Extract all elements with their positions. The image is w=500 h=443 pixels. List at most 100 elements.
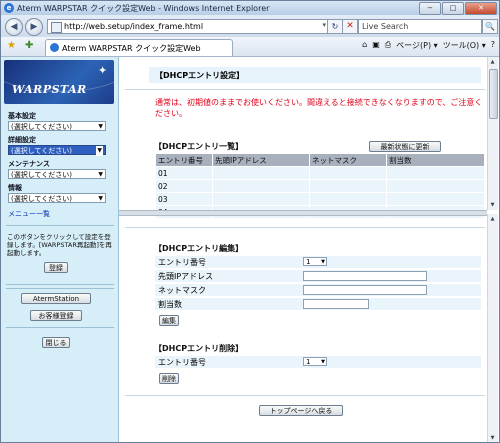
table-cell: 03 (155, 192, 213, 206)
logo-text: WARPSTAR (12, 83, 87, 96)
back-to-top-button[interactable]: トップページへ戻る (259, 405, 343, 416)
scroll-down-icon[interactable]: ▼ (489, 201, 496, 209)
refresh-status-button[interactable]: 最新状態に更新 (369, 141, 441, 152)
count-input[interactable] (303, 299, 369, 309)
window-controls: − □ ✕ (419, 2, 497, 15)
page-content: ✦ WARPSTAR 基本設定 (選択してください) ▼ 詳細設定 (選択してくだ… (1, 57, 499, 442)
table-cell (386, 166, 485, 180)
table-cell (386, 192, 485, 206)
page-menu[interactable]: ページ(P) ▾ (396, 40, 437, 51)
scroll-down-icon[interactable]: ▼ (489, 434, 496, 442)
favorites-star-icon[interactable]: ★ (7, 40, 16, 52)
start-ip-input[interactable] (303, 271, 427, 281)
feeds-icon[interactable]: ▣ (372, 40, 380, 51)
close-button[interactable]: 閉じる (42, 337, 70, 348)
search-input[interactable]: Live Search (358, 19, 482, 34)
select-value: 1 (306, 358, 311, 366)
delete-entry-select[interactable]: 1 ▼ (303, 357, 327, 366)
advanced-settings-select[interactable]: (選択してください) ▼ (8, 145, 106, 156)
command-tools: ⌂ ▣ ⎙ ページ(P) ▾ ツール(O) ▾ ? (362, 40, 495, 51)
form-row-netmask: ネットマスク (155, 284, 481, 296)
add-favorites-icon[interactable]: ✚ (25, 40, 33, 52)
sidebar-group-info: 情報 (選択してください) ▼ (8, 184, 106, 203)
maintenance-select[interactable]: (選択してください) ▼ (8, 169, 106, 179)
table-row: 01 (155, 166, 485, 180)
bottom-frame-scrollbar[interactable]: ▲ ▼ (487, 214, 498, 442)
forward-button[interactable]: ▶ (25, 18, 43, 36)
table-row: 02 (155, 179, 485, 193)
stop-button[interactable]: ✕ (342, 19, 358, 34)
close-window-button[interactable]: ✕ (465, 2, 497, 15)
column-header: エントリ番号 (155, 153, 213, 167)
warning-text: 通常は、初期値のままでお使いください。間違えると接続できなくなりますので、ご注意… (155, 98, 483, 118)
form-row-delete-entry: エントリ番号 1 ▼ (155, 356, 481, 368)
browser-window: e Aterm WARPSTAR クイック設定Web - Windows Int… (0, 0, 500, 443)
edit-title: 【DHCPエントリ編集】 (154, 244, 244, 253)
address-input[interactable]: http://web.setup/index_frame.html ▾ (47, 19, 329, 34)
ie-icon: e (4, 3, 14, 13)
select-value: 1 (306, 258, 311, 266)
home-icon[interactable]: ⌂ (362, 40, 367, 51)
url-text: http://web.setup/index_frame.html (64, 22, 204, 31)
customer-register-button[interactable]: お客様登録 (30, 310, 82, 321)
info-select[interactable]: (選択してください) ▼ (8, 193, 106, 203)
top-frame-scrollbar[interactable]: ▲ ▼ (487, 57, 498, 210)
sidebar-group-label: メンテナンス (8, 160, 50, 168)
form-row-count: 割当数 (155, 298, 481, 310)
basic-settings-select[interactable]: (選択してください) ▼ (8, 121, 106, 131)
delete-button[interactable]: 削除 (159, 373, 179, 384)
form-row-start-ip: 先頭IPアドレス (155, 270, 481, 282)
help-icon[interactable]: ? (491, 40, 495, 51)
field-label: 先頭IPアドレス (158, 272, 214, 281)
browser-tab[interactable]: Aterm WARPSTAR クイック設定Web (45, 39, 233, 56)
back-button[interactable]: ◀ (5, 18, 23, 36)
select-value: (選択してください) (11, 171, 73, 179)
divider (125, 227, 485, 228)
table-cell: 02 (155, 179, 213, 193)
column-header: 割当数 (386, 153, 485, 167)
frame-splitter[interactable] (119, 210, 487, 216)
menu-list-link[interactable]: メニュー一覧 (8, 209, 50, 219)
aterm-station-button[interactable]: AtermStation (21, 293, 91, 304)
table-header-row: エントリ番号 先頭IPアドレス ネットマスク 割当数 (155, 153, 485, 167)
page-header: 【DHCPエントリ設定】 (149, 67, 481, 83)
table-row: 03 (155, 192, 485, 206)
search-placeholder: Live Search (362, 22, 409, 31)
scroll-up-icon[interactable]: ▲ (489, 58, 496, 66)
chevron-down-icon: ▼ (98, 195, 103, 202)
table-cell (309, 179, 387, 193)
page-title: 【DHCPエントリ設定】 (155, 71, 245, 80)
column-header: 先頭IPアドレス (212, 153, 310, 167)
edit-button[interactable]: 編集 (159, 315, 179, 326)
maximize-button[interactable]: □ (442, 2, 464, 15)
chevron-down-icon: ▼ (96, 146, 103, 156)
table-cell: 01 (155, 166, 213, 180)
chevron-down-icon[interactable]: ▾ (322, 21, 326, 29)
divider (125, 89, 485, 90)
scroll-up-icon[interactable]: ▲ (489, 215, 496, 223)
register-button[interactable]: 登録 (44, 262, 68, 273)
netmask-input[interactable] (303, 285, 427, 295)
register-note: このボタンをクリックして設定を登録します。[WARPSTAR再起動]を再起動しま… (7, 233, 112, 257)
warpstar-logo: ✦ WARPSTAR (4, 60, 114, 104)
select-value: (選択してください) (11, 147, 73, 155)
sidebar-group-basic: 基本設定 (選択してください) ▼ (8, 112, 106, 131)
print-icon[interactable]: ⎙ (385, 40, 391, 51)
column-header: ネットマスク (309, 153, 387, 167)
entry-no-select[interactable]: 1 ▼ (303, 257, 327, 266)
title-bar: e Aterm WARPSTAR クイック設定Web - Windows Int… (1, 1, 499, 15)
sidebar-group-maintenance: メンテナンス (選択してください) ▼ (8, 160, 106, 179)
scroll-thumb[interactable] (489, 69, 498, 119)
star-icon: ✦ (98, 64, 108, 77)
search-icon[interactable]: 🔍 (482, 19, 498, 34)
sidebar-group-label: 情報 (8, 184, 22, 192)
select-value: (選択してください) (11, 123, 73, 131)
table-cell (212, 179, 310, 193)
field-label: エントリ番号 (158, 258, 206, 267)
minimize-button[interactable]: − (419, 2, 441, 15)
sidebar-group-advanced: 詳細設定 (選択してください) ▼ (8, 136, 106, 156)
tools-menu[interactable]: ツール(O) ▾ (443, 40, 486, 51)
refresh-button[interactable]: ↻ (327, 19, 343, 34)
address-toolbar: ◀ ▶ http://web.setup/index_frame.html ▾ … (1, 15, 499, 37)
main-frame: 【DHCPエントリ設定】 通常は、初期値のままでお使いください。間違えると接続で… (119, 57, 487, 442)
